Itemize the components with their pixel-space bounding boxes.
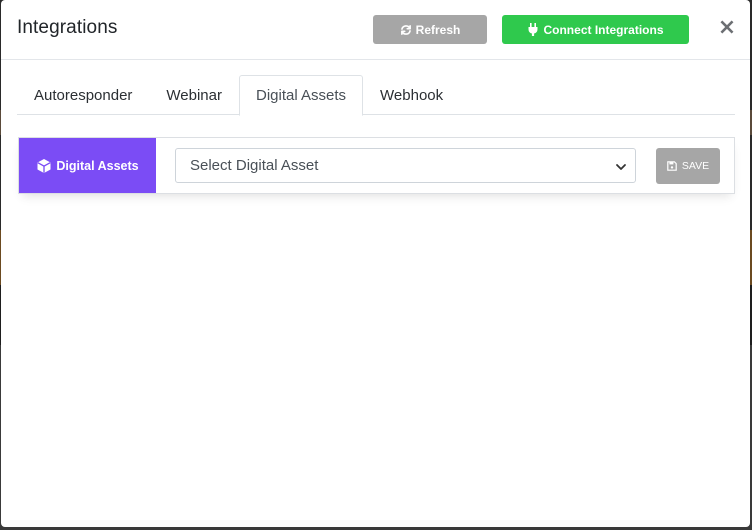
digital-assets-panel: Digital Assets Select Digital Asset SAVE — [18, 137, 735, 194]
chevron-down-icon — [615, 160, 627, 172]
digital-assets-label: Digital Assets — [19, 138, 156, 193]
integrations-modal: Integrations Refresh Connect Integration… — [1, 0, 750, 527]
refresh-button-label: Refresh — [415, 22, 461, 37]
tab-autoresponder[interactable]: Autoresponder — [17, 75, 149, 115]
plug-icon — [527, 23, 539, 36]
digital-assets-label-text: Digital Assets — [56, 158, 139, 173]
close-button[interactable]: × — [717, 16, 737, 40]
tab-webinar[interactable]: Webinar — [149, 75, 239, 115]
connect-integrations-button-label: Connect Integrations — [543, 22, 664, 37]
cube-icon — [36, 158, 52, 174]
connect-integrations-button[interactable]: Connect Integrations — [502, 15, 689, 44]
floppy-disk-icon — [667, 161, 677, 171]
digital-asset-select-value: Select Digital Asset — [190, 157, 319, 174]
integration-tabs: Autoresponder Webinar Digital Assets Web… — [17, 75, 735, 116]
digital-asset-select[interactable]: Select Digital Asset — [175, 148, 636, 183]
save-button-label: SAVE — [681, 160, 710, 172]
refresh-icon — [400, 24, 412, 36]
refresh-button[interactable]: Refresh — [373, 15, 487, 44]
modal-header: Integrations Refresh Connect Integration… — [1, 0, 750, 60]
modal-title: Integrations — [17, 17, 118, 38]
save-button[interactable]: SAVE — [656, 148, 720, 184]
tab-webhook[interactable]: Webhook — [363, 75, 460, 115]
tab-digital-assets[interactable]: Digital Assets — [239, 75, 364, 116]
